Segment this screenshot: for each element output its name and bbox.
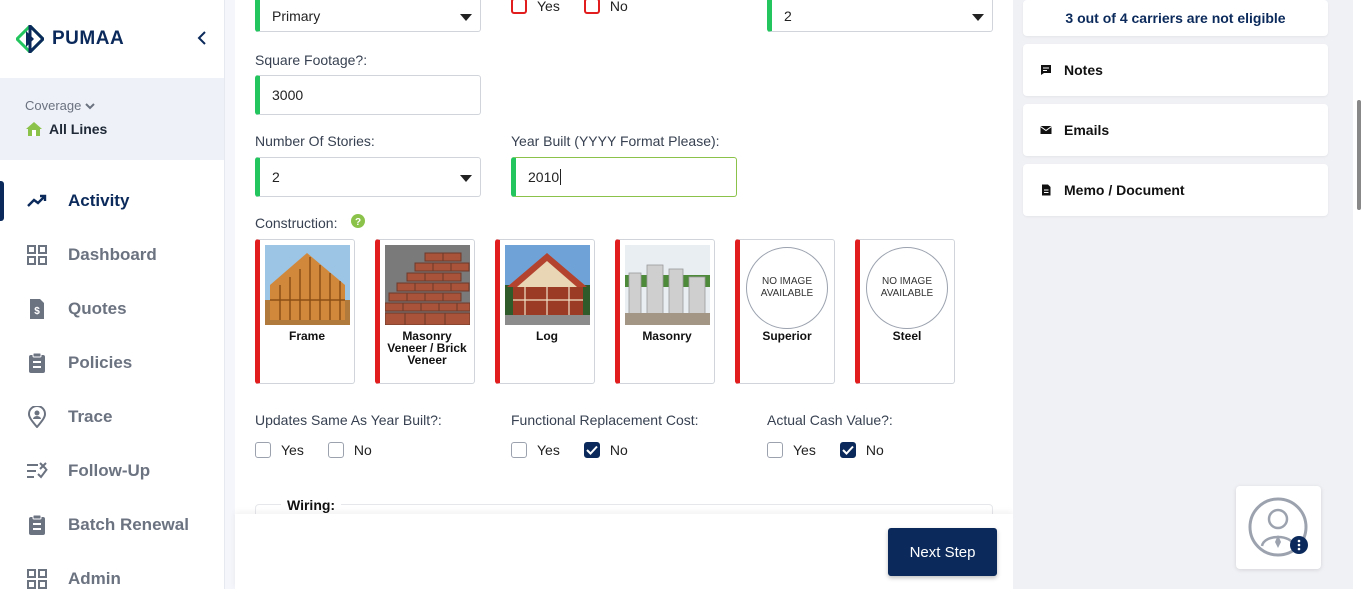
check-icon bbox=[586, 445, 598, 455]
construction-option-masonry[interactable]: Masonry bbox=[615, 239, 715, 384]
construction-option-steel[interactable]: NO IMAGE AVAILABLE Steel bbox=[855, 239, 955, 384]
square-footage-input[interactable]: 3000 bbox=[255, 75, 481, 115]
dropdown-caret-icon bbox=[460, 14, 472, 21]
help-icon[interactable]: ? bbox=[351, 214, 365, 228]
construction-option-frame[interactable]: Frame bbox=[255, 239, 355, 384]
clipboard-icon bbox=[29, 352, 45, 373]
coverage-label: Coverage bbox=[25, 98, 82, 113]
document-icon bbox=[1042, 184, 1051, 196]
updates-same-no-checkbox[interactable] bbox=[327, 442, 344, 458]
eligibility-banner[interactable]: 3 out of 4 carriers are not eligible bbox=[1023, 0, 1328, 36]
top-no-checkbox[interactable] bbox=[583, 0, 600, 14]
functional-replacement-group: Yes No bbox=[511, 442, 652, 458]
coverage-selector[interactable]: Coverage All Lines bbox=[0, 78, 224, 160]
top-yes-no-group: Yes No bbox=[511, 0, 652, 14]
updates-same-label: Updates Same As Year Built?: bbox=[255, 412, 442, 428]
next-step-button[interactable]: Next Step bbox=[888, 528, 997, 576]
dollar-doc-icon: $ bbox=[30, 299, 44, 319]
dropdown-caret-icon bbox=[460, 175, 472, 182]
envelope-icon bbox=[1040, 126, 1052, 134]
main-nav: Activity Dashboard $ Quotes Policies Tra… bbox=[0, 174, 224, 589]
sidebar: PUMAA Coverage All Lines Activity Dashbo… bbox=[0, 0, 225, 589]
logo: PUMAA bbox=[0, 0, 224, 78]
updates-same-group: Yes No bbox=[255, 442, 396, 458]
no-image-placeholder: NO IMAGE AVAILABLE bbox=[746, 247, 828, 329]
checklist-icon bbox=[27, 462, 48, 479]
stories-label: Number Of Stories: bbox=[255, 133, 375, 149]
svg-text:?: ? bbox=[355, 217, 361, 228]
updates-same-yes-checkbox[interactable] bbox=[255, 442, 271, 458]
form-footer: Next Step bbox=[235, 514, 1013, 589]
scrollbar-thumb[interactable] bbox=[1357, 100, 1361, 210]
actual-cash-value-group: Yes No bbox=[767, 442, 908, 458]
masonry-blocks-image bbox=[625, 245, 710, 325]
top-right-select[interactable]: 2 bbox=[767, 0, 993, 32]
property-form: Primary Yes No 2 Square Footage?: 3000 N… bbox=[235, 0, 1013, 589]
svg-text:$: $ bbox=[34, 306, 40, 317]
construction-label: Construction: bbox=[255, 215, 338, 231]
functional-replacement-no-checkbox[interactable] bbox=[583, 442, 600, 458]
actual-cash-value-label: Actual Cash Value?: bbox=[767, 412, 893, 428]
memo-document-panel[interactable]: Memo / Document bbox=[1023, 164, 1328, 216]
assistant-widget[interactable] bbox=[1236, 486, 1321, 569]
wiring-label: Wiring: bbox=[281, 497, 342, 513]
square-footage-label: Square Footage?: bbox=[255, 52, 368, 68]
note-icon bbox=[1041, 65, 1051, 75]
brick-wall-image bbox=[385, 245, 470, 325]
nav-item-quotes[interactable]: $ Quotes bbox=[0, 282, 224, 336]
year-built-input[interactable]: 2010 bbox=[511, 157, 737, 197]
grid-icon bbox=[27, 245, 47, 265]
home-icon bbox=[26, 122, 42, 136]
clipboard-icon bbox=[29, 514, 45, 535]
nav-item-follow-up[interactable]: Follow-Up bbox=[0, 444, 224, 498]
year-built-label: Year Built (YYYY Format Please): bbox=[511, 133, 720, 149]
dropdown-caret-icon bbox=[972, 14, 984, 21]
construction-options: Frame Masonry Veneer / Brick Veneer Log … bbox=[255, 239, 955, 384]
trend-icon bbox=[27, 194, 47, 207]
right-panel: 3 out of 4 carriers are not eligible Not… bbox=[1013, 0, 1353, 589]
nav-item-trace[interactable]: Trace bbox=[0, 390, 224, 444]
nav-item-activity[interactable]: Activity bbox=[0, 174, 224, 228]
notes-panel[interactable]: Notes bbox=[1023, 44, 1328, 96]
actual-cash-value-no-checkbox[interactable] bbox=[839, 442, 856, 458]
actual-cash-value-yes-checkbox[interactable] bbox=[767, 442, 783, 458]
app-name: PUMAA bbox=[52, 28, 125, 49]
collapse-sidebar-icon[interactable] bbox=[196, 30, 208, 46]
log-house-image bbox=[505, 245, 590, 325]
agent-avatar-icon bbox=[1248, 497, 1308, 557]
coverage-value: All Lines bbox=[49, 121, 108, 137]
grid-icon bbox=[27, 569, 47, 589]
emails-panel[interactable]: Emails bbox=[1023, 104, 1328, 156]
occupancy-select[interactable]: Primary bbox=[255, 0, 481, 32]
construction-option-superior[interactable]: NO IMAGE AVAILABLE Superior bbox=[735, 239, 835, 384]
functional-replacement-label: Functional Replacement Cost: bbox=[511, 412, 699, 428]
nav-item-dashboard[interactable]: Dashboard bbox=[0, 228, 224, 282]
location-person-icon bbox=[27, 406, 47, 428]
text-cursor bbox=[560, 169, 562, 185]
top-yes-checkbox[interactable] bbox=[511, 0, 527, 14]
no-image-placeholder: NO IMAGE AVAILABLE bbox=[866, 247, 948, 329]
check-icon bbox=[842, 445, 854, 455]
page-scrollbar[interactable] bbox=[1353, 0, 1366, 589]
stories-select[interactable]: 2 bbox=[255, 157, 481, 197]
nav-item-batch-renewal[interactable]: Batch Renewal bbox=[0, 498, 224, 552]
construction-option-log[interactable]: Log bbox=[495, 239, 595, 384]
functional-replacement-yes-checkbox[interactable] bbox=[511, 442, 527, 458]
chevron-down-icon bbox=[85, 102, 96, 109]
nav-item-policies[interactable]: Policies bbox=[0, 336, 224, 390]
house-frame-image bbox=[265, 245, 350, 325]
nav-item-admin[interactable]: Admin bbox=[0, 552, 224, 589]
construction-option-masonry-veneer[interactable]: Masonry Veneer / Brick Veneer bbox=[375, 239, 475, 384]
pumaa-logo-icon bbox=[16, 25, 44, 53]
